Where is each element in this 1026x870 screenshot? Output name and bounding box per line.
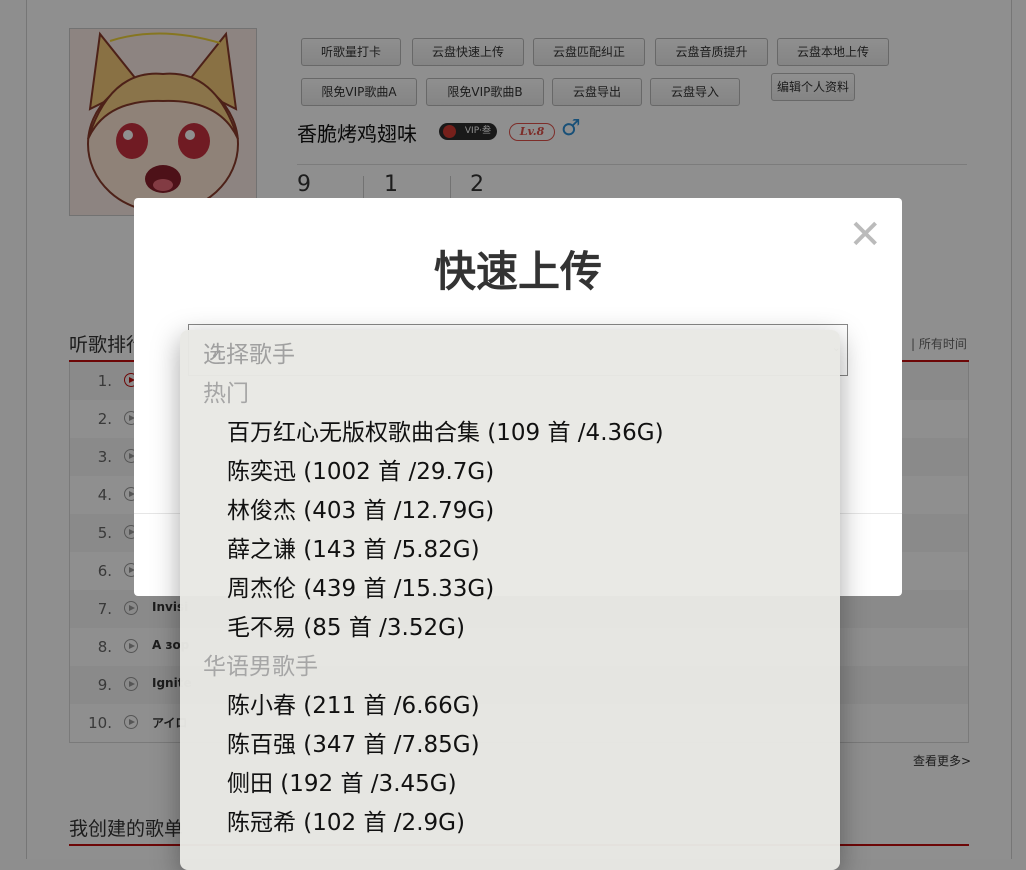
close-icon[interactable]: ✕ <box>848 210 882 260</box>
group-label-hot: 热门 <box>203 381 249 407</box>
rank-number: 6. <box>97 562 112 580</box>
cloud-quality-button[interactable]: 云盘音质提升 <box>655 38 768 66</box>
stat-divider <box>363 176 364 200</box>
list-item[interactable]: 毛不易 (85 首 /3.52G) <box>227 609 465 648</box>
rank-number: 9. <box>97 676 112 694</box>
vinyl-icon <box>443 125 456 138</box>
avatar[interactable] <box>69 28 257 216</box>
cloud-match-fix-button[interactable]: 云盘匹配纠正 <box>533 38 645 66</box>
list-item[interactable]: 薛之谦 (143 首 /5.82G) <box>227 531 480 570</box>
list-item[interactable]: 周杰伦 (439 首 /15.33G) <box>227 570 494 609</box>
list-item[interactable]: 陈奕迅 (1002 首 /29.7G) <box>227 453 494 492</box>
rank-number: 8. <box>97 638 112 656</box>
username: 香脆烤鸡翅味 <box>297 122 417 146</box>
cloud-quick-upload-button[interactable]: 云盘快速上传 <box>412 38 524 66</box>
ranking-tab-label: 所有时间 <box>918 337 967 351</box>
play-icon[interactable] <box>124 677 138 691</box>
rank-number: 7. <box>97 600 112 618</box>
rank-number: 1. <box>97 372 112 390</box>
created-playlists-title: 我创建的歌单 <box>69 818 184 840</box>
rank-number: 4. <box>97 486 112 504</box>
play-icon[interactable] <box>124 715 138 729</box>
rank-number: 10. <box>88 714 112 732</box>
stat-fans[interactable]: 2 <box>470 172 484 197</box>
checkin-button[interactable]: 听歌量打卡 <box>301 38 401 66</box>
play-icon[interactable] <box>124 601 138 615</box>
option-placeholder[interactable]: ✓ 选择歌手 <box>203 336 295 375</box>
list-item[interactable]: 侧田 (192 首 /3.45G) <box>227 765 457 804</box>
vip-badge[interactable]: VIP·叁 <box>439 123 497 140</box>
rank-number: 5. <box>97 524 112 542</box>
free-vip-a-button[interactable]: 限免VIP歌曲A <box>301 78 417 106</box>
male-icon: ♂ <box>561 116 581 141</box>
stat-divider <box>450 176 451 200</box>
list-item[interactable]: 林俊杰 (403 首 /12.79G) <box>227 492 494 531</box>
artist-dropdown[interactable]: ✓ 选择歌手 热门 百万红心无版权歌曲合集 (109 首 /4.36G) 陈奕迅… <box>180 330 840 870</box>
cloud-export-button[interactable]: 云盘导出 <box>552 78 642 106</box>
ranking-tab-all-time[interactable]: | 所有时间 <box>911 335 967 352</box>
stat-follows[interactable]: 1 <box>384 172 398 197</box>
stat-events[interactable]: 9 <box>297 172 311 197</box>
see-more-link[interactable]: 查看更多> <box>913 752 971 769</box>
check-icon: ✓ <box>211 347 223 363</box>
avatar-image <box>70 29 256 215</box>
modal-title: 快速上传 <box>433 247 602 296</box>
vip-label: VIP·叁 <box>464 126 491 136</box>
list-item[interactable]: 陈冠希 (102 首 /2.9G) <box>227 804 465 843</box>
cloud-local-upload-button[interactable]: 云盘本地上传 <box>777 38 889 66</box>
group-label-male: 华语男歌手 <box>203 654 318 680</box>
rank-number: 2. <box>97 410 112 428</box>
play-icon[interactable] <box>124 639 138 653</box>
edit-profile-button[interactable]: 编辑个人资料 <box>771 73 855 101</box>
free-vip-b-button[interactable]: 限免VIP歌曲B <box>426 78 544 106</box>
list-item[interactable]: 陈小春 (211 首 /6.66G) <box>227 687 480 726</box>
cloud-import-button[interactable]: 云盘导入 <box>650 78 740 106</box>
level-badge: Lv.8 <box>509 123 555 141</box>
list-item[interactable]: 陈百强 (347 首 /7.85G) <box>227 726 480 765</box>
info-divider <box>297 164 967 165</box>
list-item[interactable]: 百万红心无版权歌曲合集 (109 首 /4.36G) <box>227 414 664 453</box>
rank-number: 3. <box>97 448 112 466</box>
